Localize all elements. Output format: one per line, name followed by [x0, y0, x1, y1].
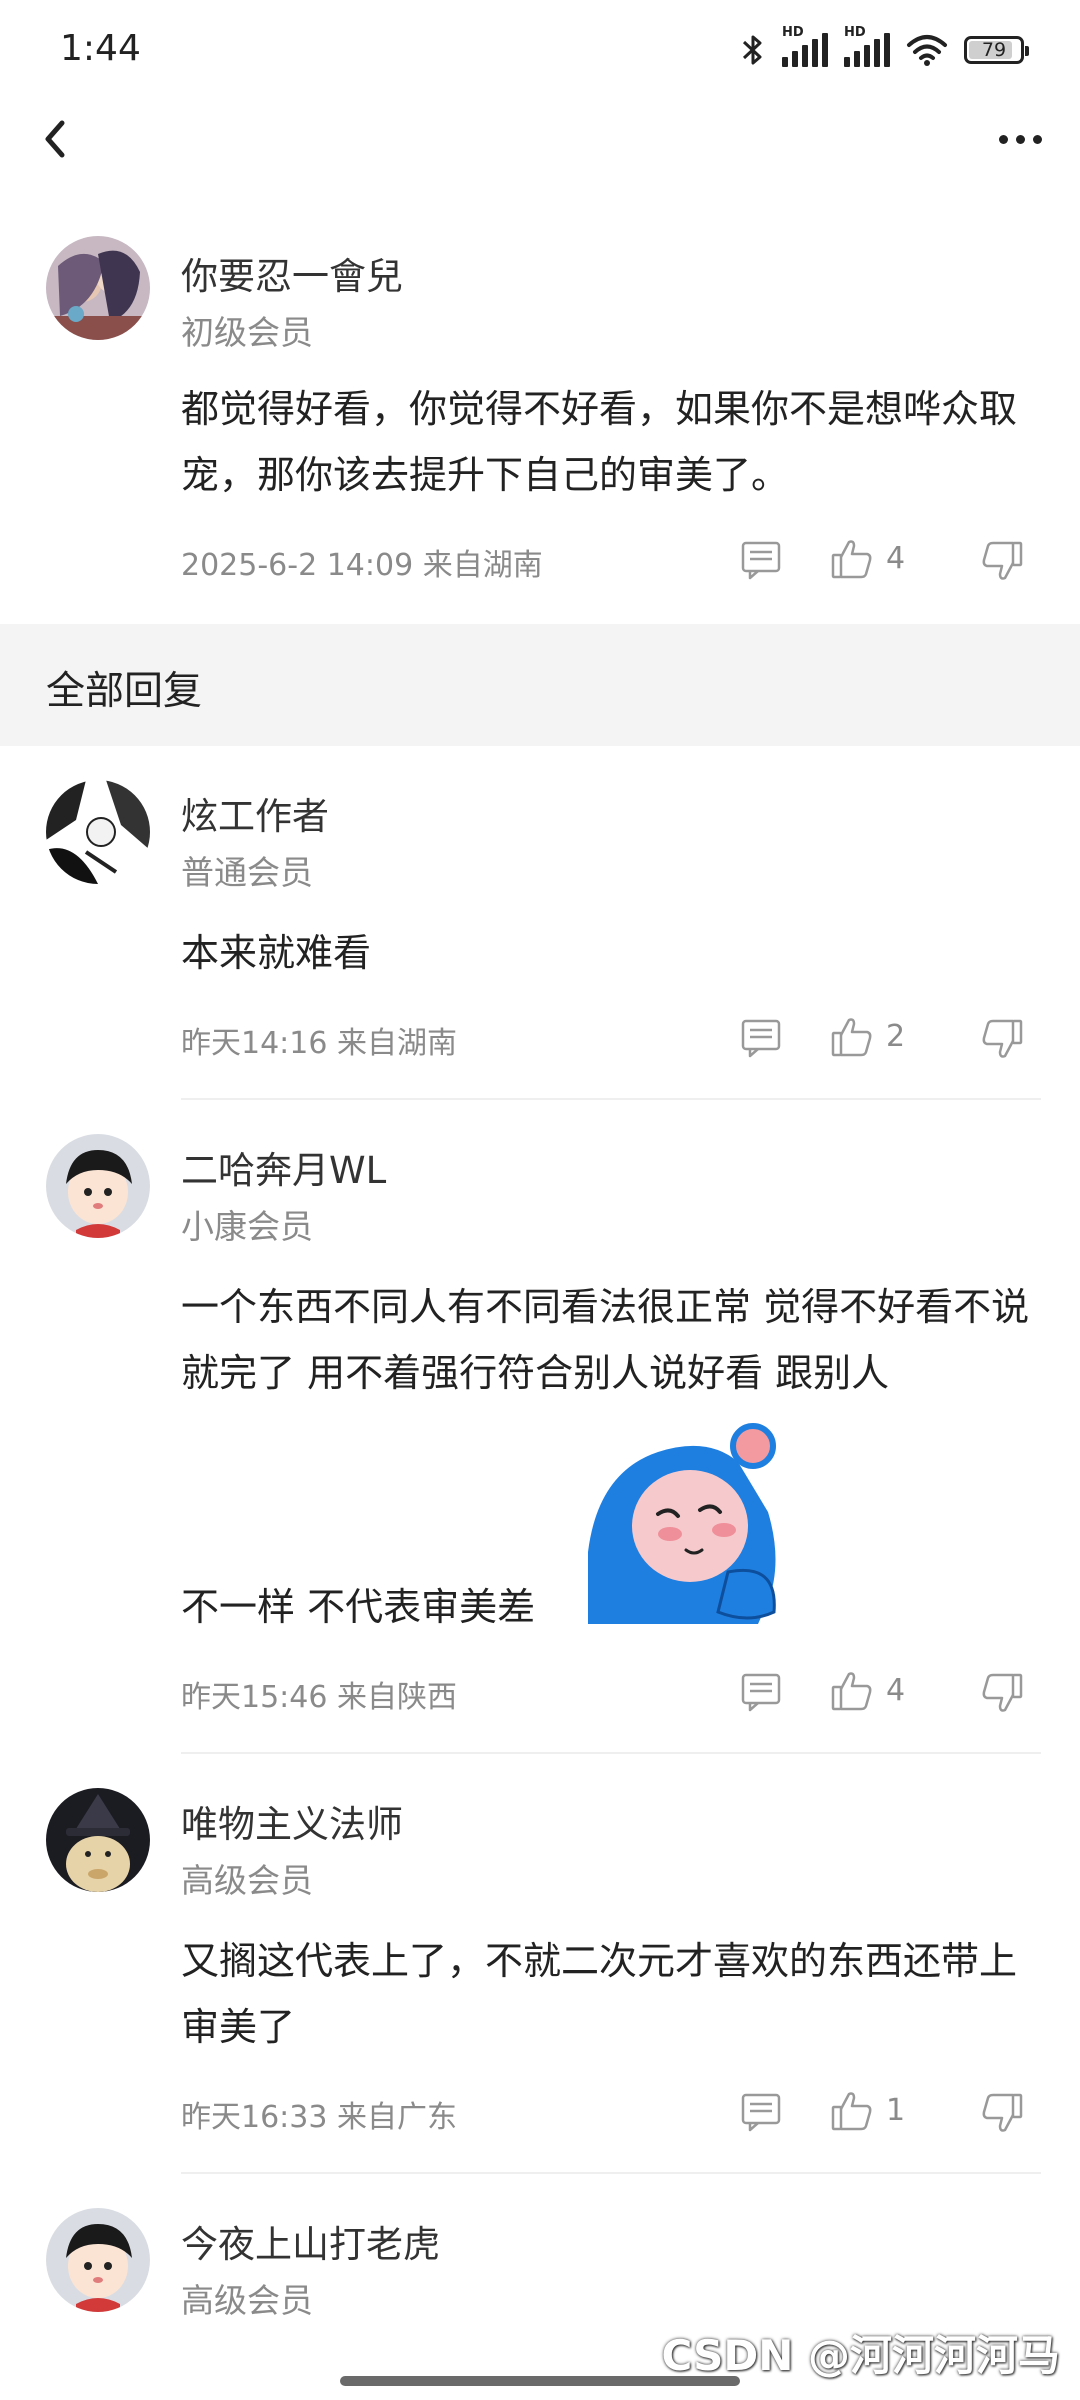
status-icons: HD HD 79: [740, 25, 1029, 74]
comment-text: 一个东西不同人有不同看法很正常 觉得不好看不说就完了 用不着强行符合别人说好看 …: [181, 1285, 1030, 1395]
more-button[interactable]: [990, 114, 1050, 164]
thumbs-down-icon[interactable]: [980, 1017, 1024, 1061]
comment-meta: 昨天14:16 来自湖南: [181, 1026, 457, 1061]
username[interactable]: 炫工作者: [181, 786, 329, 840]
signal-icon: HD: [782, 25, 828, 67]
chevron-left-icon: [45, 120, 65, 158]
divider: [181, 1752, 1041, 1754]
avatar[interactable]: [46, 1788, 150, 1892]
reply-icon[interactable]: [740, 1671, 782, 1713]
thumbs-down-icon[interactable]: [980, 1671, 1024, 1715]
avatar[interactable]: [46, 1134, 150, 1238]
divider: [181, 1098, 1041, 1100]
battery-icon: 79: [964, 36, 1029, 64]
comment-meta: 昨天15:46 来自陕西: [181, 1680, 457, 1715]
comment-actions: 2: [740, 1013, 1040, 1063]
comment-meta: 昨天16:33 来自广东: [181, 2100, 457, 2135]
member-level: 初级会员: [181, 313, 313, 352]
more-horizontal-icon: [998, 134, 1008, 144]
reply-icon[interactable]: [740, 539, 782, 581]
member-level: 高级会员: [181, 1861, 313, 1900]
comment-actions: 1: [740, 2087, 1040, 2137]
home-indicator[interactable]: [340, 2376, 740, 2386]
username[interactable]: 今夜上山打老虎: [181, 2214, 440, 2268]
signal-icon: HD: [844, 25, 890, 67]
thumbs-up-icon[interactable]: [830, 537, 874, 581]
like-count: 4: [886, 1673, 906, 1708]
comment-actions: 4: [740, 535, 1040, 585]
comment-actions: 4: [740, 1667, 1040, 1717]
username[interactable]: 你要忍一會兒: [181, 246, 403, 300]
avatar[interactable]: [46, 236, 150, 340]
bluetooth-icon: [742, 35, 762, 65]
thumbs-up-icon[interactable]: [830, 2089, 874, 2133]
avatar[interactable]: [46, 2208, 150, 2312]
comment-text: 又搁这代表上了，不就二次元才喜欢的东西还带上审美了: [181, 1939, 1018, 2049]
member-level: 普通会员: [181, 853, 313, 892]
sticker-image: [588, 1423, 776, 1624]
status-time: 1:44: [60, 28, 141, 69]
reply-icon[interactable]: [740, 1017, 782, 1059]
thumbs-down-icon[interactable]: [980, 539, 1024, 583]
avatar[interactable]: [46, 780, 150, 884]
thumbs-down-icon[interactable]: [980, 2091, 1024, 2135]
like-count: 1: [886, 2093, 906, 2128]
comment-text: 本来就难看: [181, 931, 372, 975]
watermark: CSDN @河河河河马: [661, 2331, 1061, 2380]
back-button[interactable]: [30, 114, 80, 164]
username[interactable]: 唯物主义法师: [181, 1794, 403, 1848]
thumbs-up-icon[interactable]: [830, 1015, 874, 1059]
divider: [181, 2172, 1041, 2174]
comment-text: 都觉得好看，你觉得不好看，如果你不是想哗众取宠，那你该去提升下自己的审美了。: [181, 387, 1018, 497]
nav-bar: [0, 100, 1080, 180]
like-count: 2: [886, 1019, 906, 1054]
thumbs-up-icon[interactable]: [830, 1669, 874, 1713]
reply-icon[interactable]: [740, 2091, 782, 2133]
all-replies-header: 全部回复: [0, 624, 1080, 746]
like-count: 4: [886, 541, 906, 576]
section-title: 全部回复: [46, 669, 203, 714]
username[interactable]: 二哈奔月WL: [181, 1140, 386, 1194]
member-level: 高级会员: [181, 2281, 313, 2320]
comment-meta: 2025-6-2 14:09 来自湖南: [181, 548, 543, 583]
comment-text-continued: 不一样 不代表审美差: [181, 1585, 536, 1629]
wifi-icon: [907, 35, 947, 66]
member-level: 小康会员: [181, 1207, 313, 1246]
status-bar: 1:44 HD HD 79: [0, 0, 1080, 100]
